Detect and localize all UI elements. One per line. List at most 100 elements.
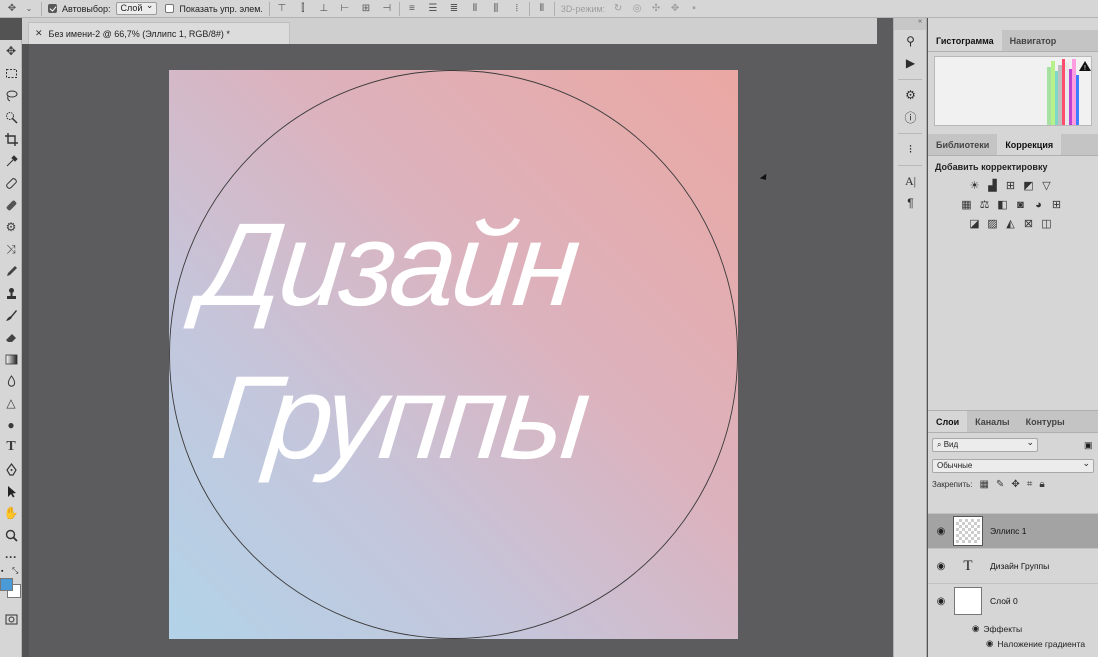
levels-icon[interactable]: ▟ bbox=[986, 179, 999, 192]
blend-mode-dropdown[interactable]: Обычные bbox=[932, 457, 1094, 473]
auto-align-icon[interactable]: ⫴ bbox=[536, 3, 548, 15]
3d-scale-icon[interactable]: ▪ bbox=[688, 3, 700, 15]
3d-roll-icon[interactable]: ◎ bbox=[631, 3, 643, 15]
align-vertical-center-icon[interactable]: ⫿ bbox=[297, 3, 309, 15]
stamp-tool-icon[interactable]: ⚙ bbox=[0, 216, 22, 238]
lock-transparency-icon[interactable]: ▦ bbox=[980, 479, 989, 490]
clone-stamp-tool-icon[interactable] bbox=[0, 282, 22, 304]
align-right-icon[interactable]: ⊣ bbox=[381, 3, 393, 15]
tab-histogram[interactable]: Гистограмма bbox=[928, 30, 1002, 51]
layer-filter-dropdown[interactable]: ⌕ Вид bbox=[932, 436, 1038, 452]
gradient-overlay-row[interactable]: ◉ Наложение градиента bbox=[986, 638, 1085, 649]
foreground-color-swatch[interactable] bbox=[0, 578, 13, 591]
lock-pixels-icon[interactable]: ✎ bbox=[996, 479, 1004, 490]
lock-all-icon[interactable]: 🔒︎ bbox=[1039, 479, 1044, 490]
marquee-tool-icon[interactable] bbox=[0, 62, 22, 84]
brush-tool-icon[interactable] bbox=[0, 194, 22, 216]
distribute-left-icon[interactable]: ⦀ bbox=[469, 3, 481, 15]
tab-paths[interactable]: Контуры bbox=[1018, 411, 1073, 432]
photo-filter-icon[interactable]: ◙ bbox=[1014, 198, 1027, 211]
tab-correction[interactable]: Коррекция bbox=[997, 134, 1062, 155]
distribute-hcenter-icon[interactable]: ⫼ bbox=[490, 3, 502, 15]
art-brush-tool-icon[interactable] bbox=[0, 304, 22, 326]
tab-navigator[interactable]: Навигатор bbox=[1002, 30, 1065, 51]
lasso-tool-icon[interactable] bbox=[0, 84, 22, 106]
3d-orbit-icon[interactable]: ↻ bbox=[612, 3, 624, 15]
auto-select-checkbox[interactable] bbox=[48, 4, 57, 13]
selective-color-icon[interactable]: ⊠ bbox=[1022, 217, 1035, 230]
exposure-icon[interactable]: ◩ bbox=[1022, 179, 1035, 192]
lock-position-icon[interactable]: ✥ bbox=[1011, 479, 1019, 490]
dodge-tool-icon[interactable]: △ bbox=[0, 392, 22, 414]
type-tool-icon[interactable]: T bbox=[0, 436, 22, 458]
layer-row[interactable]: ◉ T Дизайн Группы bbox=[928, 548, 1098, 583]
info-panel-icon[interactable]: ⓘ bbox=[894, 106, 927, 128]
layer-row[interactable]: ◉ Эллипс 1 bbox=[928, 513, 1098, 548]
move-tool-icon[interactable]: ✥ bbox=[6, 3, 18, 15]
distribute-top-icon[interactable]: ≡ bbox=[406, 3, 418, 15]
visibility-eye-icon[interactable]: ◉ bbox=[928, 561, 954, 572]
paragraph-panel-icon[interactable]: ¶ bbox=[894, 192, 927, 214]
tab-layers[interactable]: Слои bbox=[928, 411, 968, 432]
tab-libraries[interactable]: Библиотеки bbox=[928, 134, 997, 155]
gradient-tool-icon[interactable] bbox=[0, 348, 22, 370]
eraser-tool-icon[interactable] bbox=[0, 326, 22, 348]
gradient-overlay-eye-icon[interactable]: ◉ bbox=[986, 638, 993, 649]
sponge-tool-icon[interactable]: ● bbox=[0, 414, 22, 436]
history-brush-tool-icon[interactable]: ⤨ bbox=[0, 238, 22, 260]
actions-panel-icon[interactable]: ▶ bbox=[894, 52, 927, 74]
character-panel-icon[interactable]: A| bbox=[894, 170, 927, 192]
glyphs-panel-icon[interactable]: ⁝ bbox=[894, 138, 927, 160]
image-filter-icon[interactable]: ▣ bbox=[1084, 440, 1093, 451]
auto-select-dropdown[interactable]: Слой bbox=[115, 0, 158, 15]
effects-eye-icon[interactable]: ◉ bbox=[972, 623, 979, 634]
hand-tool-icon[interactable]: ✋ bbox=[0, 502, 22, 524]
align-left-icon[interactable]: ⊢ bbox=[339, 3, 351, 15]
document-canvas[interactable]: Дизайн Группы bbox=[169, 70, 738, 639]
gradient-map-icon[interactable]: ◫ bbox=[1040, 217, 1053, 230]
quick-selection-tool-icon[interactable] bbox=[0, 106, 22, 128]
swap-colors-icon[interactable]: ⤡ bbox=[12, 566, 18, 576]
threshold-icon[interactable]: ◭ bbox=[1004, 217, 1017, 230]
eyedropper-tool-icon[interactable] bbox=[0, 150, 22, 172]
default-colors-icon[interactable]: ▪ bbox=[1, 568, 3, 575]
blur-tool-icon[interactable] bbox=[0, 370, 22, 392]
3d-slide-icon[interactable]: ✥ bbox=[669, 3, 681, 15]
healing-brush-tool-icon[interactable] bbox=[0, 172, 22, 194]
visibility-eye-icon[interactable]: ◉ bbox=[928, 596, 954, 607]
tool-preset-chevron-icon[interactable]: ⌄ bbox=[23, 3, 35, 15]
color-lookup-icon[interactable]: ⊞ bbox=[1050, 198, 1063, 211]
posterize-icon[interactable]: ▨ bbox=[986, 217, 999, 230]
more-tools-icon[interactable]: ··· bbox=[0, 546, 22, 568]
path-selection-tool-icon[interactable] bbox=[0, 480, 22, 502]
distribute-bottom-icon[interactable]: ≣ bbox=[448, 3, 460, 15]
gradient-fill-triangle-icon[interactable]: ▽ bbox=[1040, 179, 1053, 192]
visibility-eye-icon[interactable]: ◉ bbox=[928, 526, 954, 537]
black-white-icon[interactable]: ◧ bbox=[996, 198, 1009, 211]
align-top-icon[interactable]: ⊤ bbox=[276, 3, 288, 15]
properties-panel-icon[interactable]: ⚙ bbox=[894, 84, 927, 106]
effects-row[interactable]: ◉ Эффекты bbox=[972, 623, 1022, 634]
layer-row[interactable]: ◉ Слой 0 bbox=[928, 583, 1098, 618]
tab-channels[interactable]: Каналы bbox=[967, 411, 1017, 432]
history-panel-icon[interactable]: ⚲ bbox=[894, 30, 927, 52]
align-bottom-icon[interactable]: ⊥ bbox=[318, 3, 330, 15]
show-transform-controls-checkbox[interactable] bbox=[165, 4, 175, 13]
pencil-tool-icon[interactable] bbox=[0, 260, 22, 282]
vibrance-icon[interactable]: ▦ bbox=[960, 198, 973, 211]
distribute-right-icon[interactable]: ⦙ bbox=[511, 3, 523, 15]
quick-mask-icon[interactable] bbox=[0, 608, 22, 630]
pen-tool-icon[interactable] bbox=[0, 458, 22, 480]
distribute-vcenter-icon[interactable]: ☰ bbox=[427, 3, 439, 15]
channel-mixer-icon[interactable]: ◕ bbox=[1032, 198, 1045, 211]
lock-artboard-icon[interactable]: ⌗ bbox=[1027, 479, 1033, 490]
document-tab[interactable]: ✕ Без имени-2 @ 66,7% (Эллипс 1, RGB/8#)… bbox=[28, 22, 290, 44]
brightness-contrast-icon[interactable]: ☀ bbox=[968, 179, 981, 192]
curves-icon[interactable]: ⊞ bbox=[1004, 179, 1017, 192]
collapse-dock-icon[interactable]: « bbox=[894, 18, 926, 30]
crop-tool-icon[interactable] bbox=[0, 128, 22, 150]
hue-saturation-icon[interactable]: ⚖ bbox=[978, 198, 991, 211]
invert-icon[interactable]: ◪ bbox=[968, 217, 981, 230]
move-tool-icon[interactable]: ✥ bbox=[0, 40, 22, 62]
close-tab-icon[interactable]: ✕ bbox=[35, 28, 43, 39]
